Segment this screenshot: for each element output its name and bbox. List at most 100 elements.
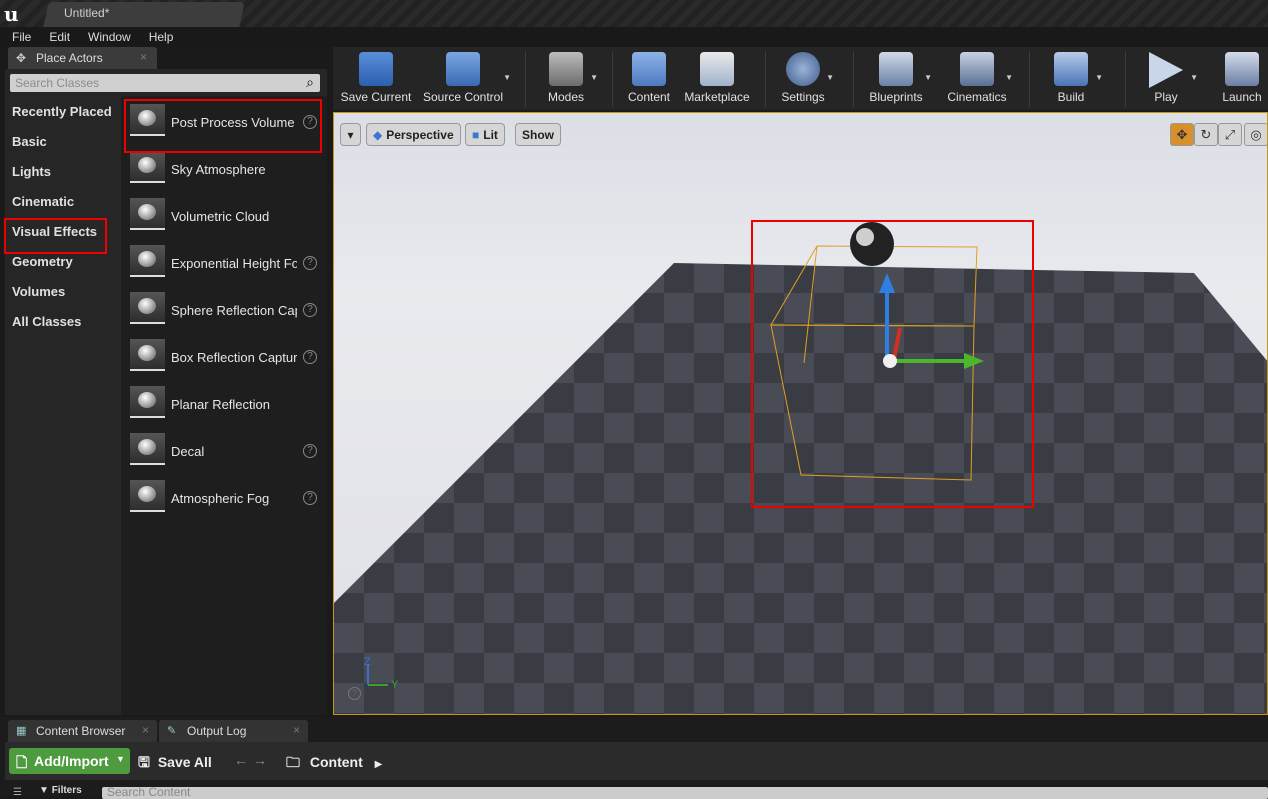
actor-item-label: Post Process Volume [171,115,295,130]
perspective-button[interactable]: ◆ Perspective [366,123,461,146]
breadcrumb[interactable]: 🗀 Content ▶ [286,752,382,776]
cinematics-button[interactable]: Cinematics ▼ [945,47,1013,110]
chevron-down-icon[interactable]: ▼ [1005,73,1013,82]
actor-list: Post Process Volume ? Sky Atmosphere Vol… [121,96,327,715]
close-icon[interactable]: × [140,50,147,64]
actor-item-label: Volumetric Cloud [171,209,270,224]
place-actors-icon: ✥ [16,51,27,65]
settings-label: Settings [781,90,825,104]
reflection-sphere-highlight [856,228,874,246]
help-icon[interactable]: ? [303,491,317,505]
chevron-down-icon[interactable]: ▼ [1190,73,1198,82]
category-lights[interactable]: Lights [5,156,121,186]
show-button[interactable]: Show [515,123,561,146]
rotate-tool-icon[interactable]: ↻ [1194,123,1218,146]
category-geometry[interactable]: Geometry [5,246,121,276]
sky-atmosphere-icon [130,151,165,183]
chevron-down-icon[interactable]: ▼ [590,73,598,82]
marketplace-button[interactable]: Marketplace [681,47,753,110]
add-import-label: Add/Import [34,753,109,769]
modes-button[interactable]: Modes ▼ [538,47,598,110]
actor-item-box-reflection-capture[interactable]: Box Reflection Capture ? [121,331,327,378]
forward-arrow-icon[interactable]: → [253,752,267,768]
add-file-icon: 🗋 [16,754,28,770]
filters-button[interactable]: ▼ Filters [39,785,82,796]
source-control-icon [446,52,480,86]
category-basic[interactable]: Basic [5,126,121,156]
chevron-down-icon[interactable]: ▼ [924,73,932,82]
actor-item-volumetric-cloud[interactable]: Volumetric Cloud [121,190,327,237]
actor-item-post-process-volume[interactable]: Post Process Volume ? [121,96,327,143]
save-icon: 🖫 [138,754,150,770]
main-toolbar: Save Current Source Control ▼ Modes ▼ Co… [333,47,1268,110]
content-browser-tab[interactable]: ▦ Content Browser × [8,720,157,742]
search-content-input[interactable]: Search Content [102,787,1268,799]
category-list: Recently Placed Basic Lights Cinematic V… [5,96,121,336]
source-control-button[interactable]: Source Control ▼ [419,47,511,110]
build-button[interactable]: Build ▼ [1043,47,1103,110]
toolbar-divider [1029,51,1030,107]
place-actors-tab[interactable]: ✥ Place Actors × [8,47,157,69]
save-current-button[interactable]: Save Current [339,47,413,110]
add-import-button[interactable]: 🗋 Add/Import ▼ [9,748,130,774]
lit-button[interactable]: ■ Lit [465,123,505,146]
menu-edit[interactable]: Edit [37,30,76,44]
category-recently-placed[interactable]: Recently Placed [5,96,121,126]
list-view-icon[interactable]: ☰ [13,787,22,798]
actor-pivot[interactable] [883,354,897,368]
unreal-logo-icon[interactable]: u [4,2,28,26]
actor-item-decal[interactable]: Decal ? [121,425,327,472]
close-icon[interactable]: × [293,723,300,737]
category-visual-effects[interactable]: Visual Effects [5,216,121,246]
world-local-icon[interactable]: ◎ [1244,123,1267,146]
viewport-options-button[interactable]: ▾ [340,123,361,146]
actor-item-label: Decal [171,444,205,459]
save-all-button[interactable]: 🖫 Save All [138,752,212,776]
translate-tool-icon[interactable]: ✥ [1170,123,1194,146]
help-icon[interactable]: ? [303,444,317,458]
help-icon[interactable]: ? [303,303,317,317]
search-placeholder: Search Classes [15,76,100,90]
content-icon [632,52,666,86]
toolbar-divider [765,51,766,107]
menu-help[interactable]: Help [137,30,180,44]
close-icon[interactable]: × [142,723,149,737]
launch-label: Launch [1222,90,1262,104]
category-all-classes[interactable]: All Classes [5,306,121,336]
settings-button[interactable]: Settings ▼ [776,47,834,110]
help-icon[interactable]: ? [348,687,361,700]
search-classes-input[interactable]: Search Classes ⌕ [10,74,320,92]
content-button[interactable]: Content [621,47,677,110]
actor-item-planar-reflection[interactable]: Planar Reflection [121,378,327,425]
level-viewport[interactable]: Z Y ▾ ◆ Perspective ■ Lit Show ✥ ↻ ⤢ ◎ ? [333,112,1268,715]
axis-y-label: Y [391,679,399,691]
category-volumes[interactable]: Volumes [5,276,121,306]
output-log-tab-label: Output Log [187,724,247,738]
breadcrumb-content: Content [309,754,363,770]
scale-tool-icon[interactable]: ⤢ [1218,123,1242,146]
output-log-tab[interactable]: ✎ Output Log × [159,720,308,742]
chevron-right-icon: ▶ [374,759,383,770]
output-log-icon: ✎ [167,725,177,737]
back-arrow-icon[interactable]: ← [234,752,248,768]
reflection-sphere [850,222,894,266]
search-icon[interactable]: ⌕ [306,74,314,91]
actor-item-atmospheric-fog[interactable]: Atmospheric Fog ? [121,472,327,519]
chevron-down-icon[interactable]: ▼ [503,73,511,82]
blueprints-button[interactable]: Blueprints ▼ [864,47,932,110]
actor-item-sky-atmosphere[interactable]: Sky Atmosphere [121,143,327,190]
actor-item-sphere-reflection-capture[interactable]: Sphere Reflection Capture ? [121,284,327,331]
launch-button[interactable]: Launch [1217,47,1267,110]
chevron-down-icon[interactable]: ▼ [826,73,834,82]
category-cinematic[interactable]: Cinematic [5,186,121,216]
help-icon[interactable]: ? [303,350,317,364]
help-icon[interactable]: ? [303,115,317,129]
sphere-reflection-capture-icon [130,292,165,324]
chevron-down-icon[interactable]: ▼ [1095,73,1103,82]
actor-item-exponential-height-fog[interactable]: Exponential Height Fog ? [121,237,327,284]
cinematics-icon [960,52,994,86]
menu-window[interactable]: Window [76,30,137,44]
play-button[interactable]: Play ▼ [1138,47,1198,110]
help-icon[interactable]: ? [303,256,317,270]
menu-file[interactable]: File [0,30,37,44]
